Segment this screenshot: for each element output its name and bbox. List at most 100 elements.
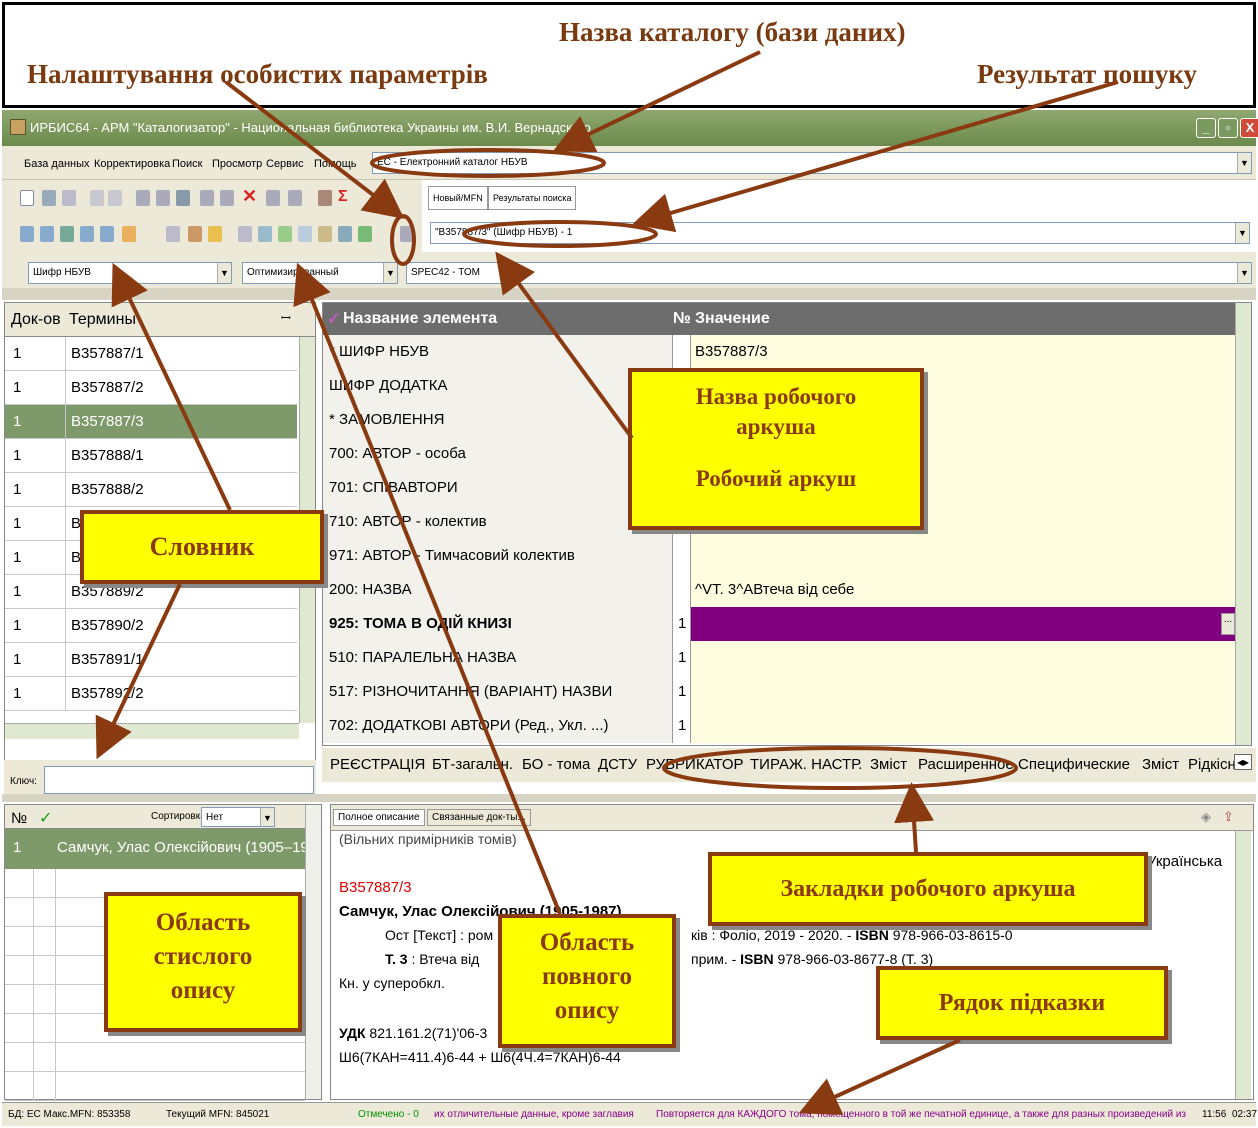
import-icon[interactable] xyxy=(288,190,302,206)
grid-row[interactable]: * ШИФР НБУВ В357887/3 xyxy=(323,335,1235,369)
vocabulary-row[interactable]: 1 В357891/1 xyxy=(5,643,297,677)
tab-full-description[interactable]: Полное описание xyxy=(333,809,425,826)
scan-icon[interactable] xyxy=(238,226,252,242)
chevron-down-icon[interactable]: ▼ xyxy=(260,808,274,826)
table-icon[interactable] xyxy=(100,226,114,242)
print-icon[interactable] xyxy=(156,190,170,206)
prev-record-icon[interactable] xyxy=(90,190,104,206)
tabs-scroll-icon[interactable]: ◂▸ xyxy=(1234,754,1253,770)
settings-icon[interactable] xyxy=(400,226,414,242)
tab-contents-2[interactable]: Зміст xyxy=(1142,756,1179,773)
grid-row[interactable]: 200: НАЗВА ^VT. 3^AВтеча від себе xyxy=(323,573,1235,607)
tab-registration[interactable]: РЕЄСТРАЦІЯ xyxy=(330,756,425,773)
search-form-icon[interactable] xyxy=(20,226,34,242)
tab-dstu[interactable]: ДСТУ xyxy=(598,756,637,773)
copy-record-icon[interactable] xyxy=(136,190,150,206)
chevron-down-icon[interactable]: ▼ xyxy=(1237,263,1251,283)
tree-icon[interactable] xyxy=(200,190,214,206)
menu-search[interactable]: Поиск xyxy=(172,158,202,170)
export-icon[interactable] xyxy=(266,190,280,206)
tab-print-run[interactable]: ТИРАЖ. НАСТР. xyxy=(750,756,862,773)
vocabulary-row[interactable]: 1 В357887/3 xyxy=(5,405,297,439)
bookmark-icon[interactable] xyxy=(318,226,332,242)
index-select[interactable]: Шифр НБУВ ▼ xyxy=(28,262,232,284)
palette-icon[interactable] xyxy=(122,226,136,242)
next-record-icon[interactable] xyxy=(108,190,122,206)
undo-icon[interactable] xyxy=(62,190,76,206)
grid-row[interactable]: 702: ДОДАТКОВІ АВТОРИ (Ред., Укл. ...) 1 xyxy=(323,709,1235,743)
delete-icon[interactable]: ✕ xyxy=(242,187,257,205)
tab-contents[interactable]: Зміст xyxy=(870,756,907,773)
tag-icon[interactable]: ◈ xyxy=(1201,809,1211,825)
menu-database[interactable]: База данных xyxy=(24,158,90,170)
maximize-button[interactable]: ▫ xyxy=(1218,118,1238,138)
library-icon[interactable] xyxy=(318,190,332,206)
menu-help[interactable]: Помощь xyxy=(314,158,357,170)
menu-view[interactable]: Просмотр xyxy=(212,158,262,170)
grid-value[interactable] xyxy=(691,709,1235,743)
report-icon[interactable] xyxy=(188,226,202,242)
chevron-down-icon[interactable]: ▼ xyxy=(217,263,231,283)
new-document-icon[interactable] xyxy=(20,190,34,206)
vocabulary-row[interactable]: 1 В357887/1 xyxy=(5,337,297,371)
tab-search-results[interactable]: Результаты поиска xyxy=(488,186,577,210)
mode-select[interactable]: Оптимизированный ▼ xyxy=(242,262,398,284)
document-icon[interactable] xyxy=(298,226,312,242)
excel-icon[interactable] xyxy=(358,226,372,242)
run-icon[interactable] xyxy=(278,226,292,242)
vocabulary-row[interactable]: 1 В357888/1 xyxy=(5,439,297,473)
database-select[interactable]: ЕС - Електронний каталог НБУВ ▼ xyxy=(372,152,1252,174)
chevron-down-icon[interactable]: ▼ xyxy=(383,263,397,283)
col-docs[interactable]: Док-ов xyxy=(11,311,61,329)
grid-value[interactable]: ^VT. 3^AВтеча від себе xyxy=(691,573,1235,607)
vocabulary-row[interactable]: 1 В357887/2 xyxy=(5,371,297,405)
grid-value[interactable]: В357887/3 xyxy=(691,335,1235,369)
folder-icon[interactable] xyxy=(208,226,222,242)
splitter-bottom[interactable] xyxy=(2,794,1256,802)
tab-bo-volumes[interactable]: БО - тома xyxy=(522,756,590,773)
chevron-down-icon[interactable]: ▼ xyxy=(1235,223,1249,243)
search-form2-icon[interactable] xyxy=(40,226,54,242)
vocabulary-hscrollbar[interactable] xyxy=(5,723,299,739)
save-icon[interactable] xyxy=(42,190,56,206)
tab-rubricator[interactable]: РУБРИКАТОР xyxy=(646,756,744,773)
minimize-button[interactable]: _ xyxy=(1196,118,1216,138)
search-form3-icon[interactable] xyxy=(80,226,94,242)
tab-rare[interactable]: Рідкісні xyxy=(1188,756,1239,773)
menu-edit[interactable]: Корректировка xyxy=(94,158,170,170)
export-icon[interactable]: ⇪ xyxy=(1223,809,1234,825)
grid-value-editor[interactable] xyxy=(691,607,1235,641)
export-doc-icon[interactable] xyxy=(338,226,352,242)
worksheet-select[interactable]: SPEC42 - ТОМ ▼ xyxy=(406,262,1252,284)
grid-value[interactable] xyxy=(691,539,1235,573)
sort-select[interactable]: Нет ▼ xyxy=(201,807,275,827)
grid-row[interactable]: 925: ТОМА В ОДІЙ КНИЗІ 1... xyxy=(323,607,1235,641)
paste-icon[interactable] xyxy=(220,190,234,206)
key-input[interactable] xyxy=(44,766,314,794)
sigma-icon[interactable]: Σ xyxy=(338,188,352,205)
close-button[interactable]: X xyxy=(1240,118,1258,138)
full-scrollbar[interactable] xyxy=(1235,831,1251,1099)
tab-bt-general[interactable]: БТ-загальн. xyxy=(432,756,513,773)
pin-icon[interactable]: ꟷ xyxy=(281,309,291,326)
grid-scrollbar[interactable] xyxy=(1235,303,1251,745)
chain-icon[interactable] xyxy=(166,226,180,242)
chevron-down-icon[interactable]: ▼ xyxy=(1237,153,1251,173)
tab-linked-docs[interactable]: Связанные док-ты... xyxy=(427,809,531,826)
brief-row[interactable]: 1 Самчук, Улас Олексійович (1905–1987 xyxy=(5,829,305,869)
menu-service[interactable]: Сервис xyxy=(266,158,304,170)
grid-row[interactable]: 517: РІЗНОЧИТАННЯ (ВАРІАНТ) НАЗВИ 1 xyxy=(323,675,1235,709)
brief-scrollbar[interactable] xyxy=(305,805,321,1099)
vocabulary-row[interactable]: 1 В357890/2 xyxy=(5,609,297,643)
vocabulary-row[interactable]: 1 В357888/2 xyxy=(5,473,297,507)
tab-specific[interactable]: Специфические xyxy=(1018,756,1130,773)
link-icon[interactable] xyxy=(176,190,190,206)
grid-value[interactable] xyxy=(691,675,1235,709)
grid-value[interactable] xyxy=(691,641,1235,675)
tab-new-mfn[interactable]: Новый/MFN xyxy=(428,186,488,210)
user-icon[interactable] xyxy=(60,226,74,242)
refresh-icon[interactable] xyxy=(258,226,272,242)
col-terms[interactable]: Термины xyxy=(69,311,136,329)
vocabulary-row[interactable]: 1 В357892/2 xyxy=(5,677,297,711)
ellipsis-button[interactable]: ... xyxy=(1221,613,1235,635)
